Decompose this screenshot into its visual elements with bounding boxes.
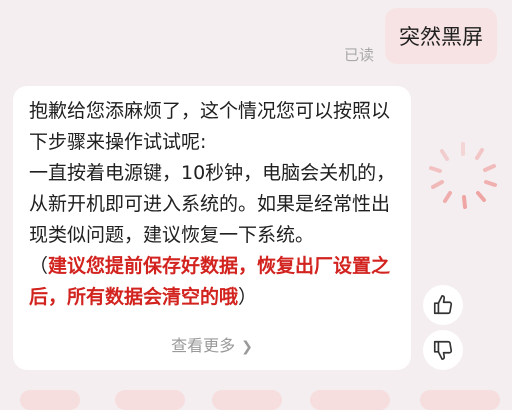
suggestion-chip[interactable] (20, 390, 80, 410)
suggestion-chip[interactable] (310, 390, 390, 410)
dislike-button[interactable] (423, 330, 463, 370)
warning-text: 建议您提前保存好数据，恢复出厂设置之后，所有数据会清空的哦 (29, 255, 391, 308)
suggestion-chip[interactable] (212, 390, 282, 410)
thumbs-down-icon (433, 340, 453, 360)
read-status: 已读 (344, 46, 375, 64)
reply-line-2: 一直按着电源键，10秒钟，电脑会关机的，从新开机即可进入系统的。如果是经常性出现… (29, 162, 396, 246)
loading-spinner-icon (429, 142, 497, 209)
suggestion-chip[interactable] (420, 390, 500, 410)
paren-close: ） (238, 286, 258, 308)
user-message-bubble: 突然黑屏 (385, 8, 497, 64)
suggestion-chip[interactable] (115, 390, 185, 410)
paren-open: （ (29, 255, 49, 277)
view-more-label: 查看更多 (171, 336, 236, 355)
user-message-text: 突然黑屏 (399, 25, 483, 49)
like-button[interactable] (423, 285, 463, 325)
reply-line-1: 抱歉给您添麻烦了，这个情况您可以按照以下步骤来操作试试呢: (29, 100, 391, 153)
view-more-link[interactable]: 查看更多 ❯ (13, 332, 411, 356)
bot-reply-bubble: 抱歉给您添麻烦了，这个情况您可以按照以下步骤来操作试试呢: 一直按着电源键，10… (13, 86, 411, 370)
reply-text: 抱歉给您添麻烦了，这个情况您可以按照以下步骤来操作试试呢: 一直按着电源键，10… (29, 96, 399, 313)
chevron-right-icon: ❯ (241, 339, 253, 355)
thumbs-up-icon (433, 295, 453, 315)
